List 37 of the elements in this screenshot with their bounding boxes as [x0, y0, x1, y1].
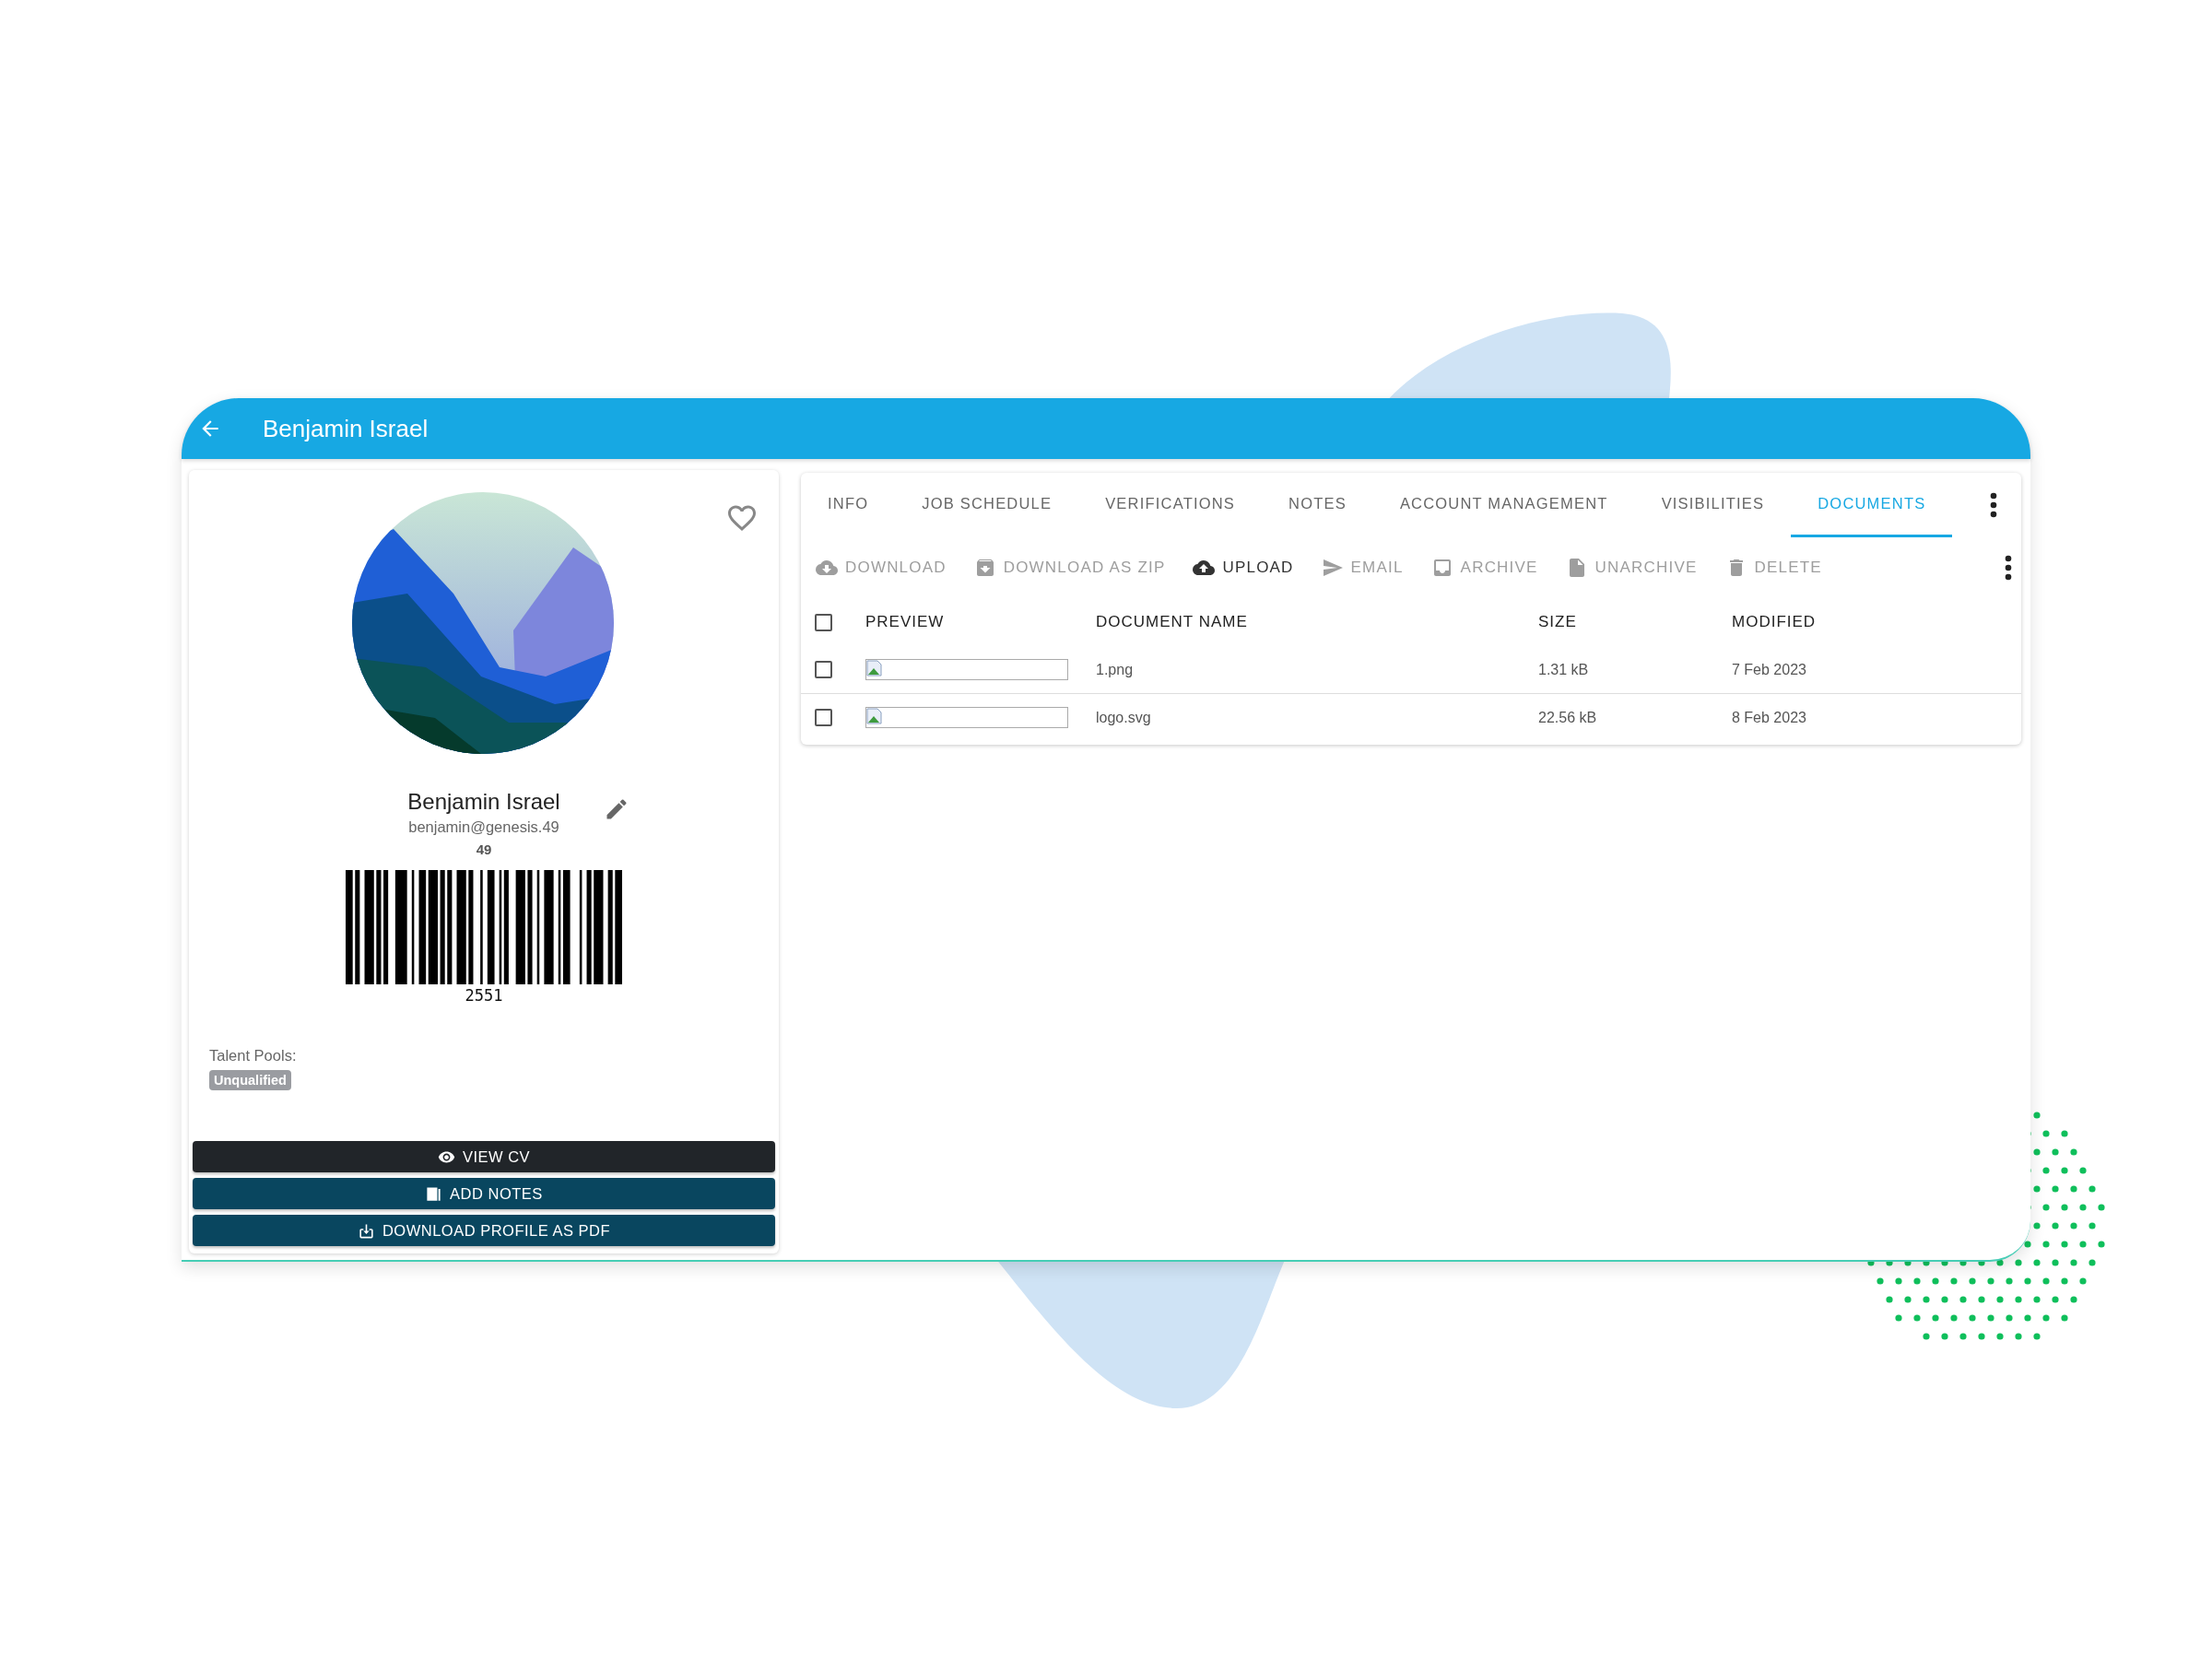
- column-header[interactable]: SIZE: [1538, 613, 1577, 630]
- candidate-number: 49: [476, 841, 492, 857]
- profile-action-button[interactable]: DOWNLOAD PROFILE AS PDF: [193, 1215, 775, 1246]
- broken-image-icon: [866, 660, 883, 677]
- column-header[interactable]: MODIFIED: [1732, 613, 1817, 630]
- file-size: 1.31 kB: [1538, 661, 1589, 677]
- column-header[interactable]: PREVIEW: [865, 613, 945, 630]
- tab[interactable]: NOTES: [1262, 473, 1373, 537]
- modified-date: 8 Feb 2023: [1732, 709, 1806, 725]
- tab[interactable]: VERIFICATIONS: [1078, 473, 1263, 537]
- document-name: logo.svg: [1096, 709, 1151, 725]
- candidate-email: benjamin@genesis.49: [408, 818, 559, 836]
- more-options-icon[interactable]: [1990, 492, 1997, 518]
- toolbar-button[interactable]: UPLOAD: [1193, 557, 1322, 579]
- page-title: Benjamin Israel: [263, 414, 429, 443]
- modified-date: 7 Feb 2023: [1732, 661, 1806, 677]
- file-size: 22.56 kB: [1538, 709, 1597, 725]
- profile-action-button[interactable]: ADD NOTES: [193, 1178, 775, 1209]
- candidate-name: Benjamin Israel: [407, 789, 560, 815]
- document-name: 1.png: [1096, 661, 1134, 677]
- talent-pool-tag: Unqualified: [209, 1070, 291, 1090]
- download-tray-icon: [357, 1221, 375, 1240]
- column-header[interactable]: DOCUMENT NAME: [1096, 613, 1248, 630]
- send-icon: [1321, 557, 1344, 579]
- checkbox[interactable]: [815, 661, 832, 678]
- more-options-icon[interactable]: [2005, 555, 2012, 581]
- tab[interactable]: JOB SCHEDULE: [895, 473, 1079, 537]
- checkbox[interactable]: [815, 613, 832, 631]
- barcode-number: 2551: [465, 986, 503, 1005]
- tab[interactable]: VISIBILITIES: [1634, 473, 1792, 537]
- tab[interactable]: ACCOUNT MANAGEMENT: [1372, 473, 1635, 537]
- tab[interactable]: INFO: [801, 473, 896, 537]
- notes-icon: [425, 1184, 443, 1203]
- profile-action-button[interactable]: VIEW CV: [193, 1141, 775, 1172]
- broken-image-icon: [866, 708, 883, 724]
- talent-pools-label: Talent Pools:: [209, 1047, 298, 1065]
- checkbox[interactable]: [815, 709, 832, 726]
